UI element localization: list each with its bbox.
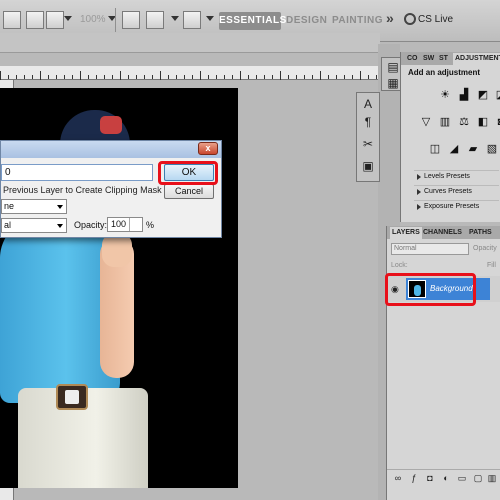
workspace-essentials[interactable]: ESSENTIALS bbox=[219, 12, 286, 30]
tab-styles[interactable]: ST bbox=[437, 53, 450, 65]
chevron-down-icon[interactable] bbox=[64, 16, 72, 21]
expand-arrow-icon bbox=[417, 189, 421, 195]
workspace-design[interactable]: DESIGN bbox=[286, 12, 327, 30]
color-select[interactable]: ne bbox=[1, 199, 67, 214]
new-layer-dialog: x 0 Previous Layer to Create Clipping Ma… bbox=[0, 140, 222, 238]
opacity-stepper[interactable] bbox=[129, 218, 141, 231]
curves-icon[interactable]: ◩ bbox=[476, 89, 490, 102]
more-workspaces-button[interactable]: » bbox=[386, 10, 394, 26]
paragraph-icon[interactable]: ¶ bbox=[361, 115, 375, 129]
adjustments-title: Add an adjustment bbox=[408, 68, 481, 77]
vibrance-icon[interactable]: ▽ bbox=[419, 116, 433, 129]
cs-live-button[interactable]: CS Live bbox=[418, 14, 453, 25]
brush-icon[interactable]: ▣ bbox=[361, 159, 375, 173]
zoom-level[interactable]: 100% bbox=[80, 14, 106, 25]
ok-highlight-annotation bbox=[158, 161, 218, 185]
layer-name-field[interactable]: 0 bbox=[1, 164, 153, 181]
expand-arrow-icon bbox=[417, 204, 421, 210]
character-icon[interactable]: A bbox=[361, 97, 375, 111]
arrange-documents-icon[interactable] bbox=[146, 11, 164, 29]
options-bar bbox=[0, 33, 380, 53]
layers-tabs: LAYERS CHANNELS PATHS bbox=[387, 226, 500, 239]
cancel-button[interactable]: Cancel bbox=[164, 184, 214, 199]
preset-exposure[interactable]: Exposure Presets bbox=[414, 200, 499, 212]
tab-channels[interactable]: CHANNELS bbox=[423, 227, 462, 239]
workspace-painting[interactable]: PAINTING bbox=[332, 12, 383, 30]
history-icon[interactable]: ▤ bbox=[386, 60, 400, 74]
gradient-map-icon[interactable]: ▧ bbox=[485, 143, 499, 156]
chevron-down-icon bbox=[57, 224, 63, 228]
expand-arrow-icon bbox=[417, 174, 421, 180]
mini-bridge-icon[interactable] bbox=[26, 11, 44, 29]
fill-label: Fill bbox=[487, 262, 496, 269]
black-white-icon[interactable]: ◧ bbox=[476, 116, 490, 129]
dialog-titlebar[interactable]: x bbox=[1, 141, 221, 158]
layer-opacity-label: Opacity bbox=[473, 245, 497, 252]
tool-presets-icon[interactable]: ✂ bbox=[361, 137, 375, 151]
opacity-label: Opacity: bbox=[74, 220, 108, 230]
link-layers-icon[interactable]: ∞ bbox=[393, 473, 403, 483]
photo-cap-logo bbox=[100, 116, 122, 134]
tab-color[interactable]: CO bbox=[405, 53, 420, 65]
mode-select[interactable]: al bbox=[1, 218, 67, 233]
adjustments-panel: CO SW ST ADJUSTMENTS Add an adjustment ☀… bbox=[400, 52, 500, 222]
layer-highlight-annotation bbox=[385, 273, 476, 306]
fx-icon[interactable]: ƒ bbox=[409, 473, 419, 483]
trash-icon[interactable]: ▥ bbox=[487, 473, 497, 483]
photo-watch bbox=[56, 384, 88, 410]
hue-saturation-icon[interactable]: ▥ bbox=[438, 116, 452, 129]
clipping-mask-label[interactable]: Previous Layer to Create Clipping Mask bbox=[3, 185, 162, 195]
layers-panel: LAYERS CHANNELS PATHS Normal Opacity Loc… bbox=[386, 226, 500, 500]
new-layer-icon[interactable]: ▢ bbox=[473, 473, 483, 483]
tab-layers[interactable]: LAYERS bbox=[390, 227, 422, 239]
bridge-icon[interactable] bbox=[3, 11, 21, 29]
invert-icon[interactable]: ◫ bbox=[428, 143, 442, 156]
levels-icon[interactable]: ▟ bbox=[457, 89, 471, 102]
hand-tool-icon[interactable] bbox=[122, 11, 140, 29]
layer-mask-icon[interactable]: ◘ bbox=[425, 473, 435, 483]
preset-levels[interactable]: Levels Presets bbox=[414, 170, 499, 182]
new-group-icon[interactable]: ▭ bbox=[457, 473, 467, 483]
tab-swatches[interactable]: SW bbox=[421, 53, 436, 65]
collapsed-panel-tools: A ¶ ✂ ▣ bbox=[356, 92, 380, 182]
layers-footer: ∞ ƒ ◘ ◐ ▭ ▢ ▥ bbox=[387, 469, 500, 485]
screen-mode-icon[interactable] bbox=[183, 11, 201, 29]
posterize-icon[interactable]: ◢ bbox=[447, 143, 461, 156]
adjustment-layer-icon[interactable]: ◐ bbox=[441, 473, 451, 483]
brightness-icon[interactable]: ☀ bbox=[438, 89, 452, 102]
lock-label: Lock: bbox=[391, 262, 408, 269]
chevron-down-icon bbox=[57, 205, 63, 209]
opacity-unit: % bbox=[146, 220, 155, 230]
adjustments-tabs: CO SW ST ADJUSTMENTS bbox=[401, 52, 500, 65]
cs-live-icon[interactable] bbox=[404, 13, 416, 25]
photo-hand bbox=[102, 233, 132, 267]
tab-adjustments[interactable]: ADJUSTMENTS bbox=[453, 53, 500, 65]
preset-curves[interactable]: Curves Presets bbox=[414, 185, 499, 197]
separator bbox=[115, 8, 116, 32]
threshold-icon[interactable]: ▰ bbox=[466, 143, 480, 156]
tab-paths[interactable]: PATHS bbox=[469, 227, 492, 239]
photo-filter-icon[interactable]: ◙ bbox=[494, 116, 500, 129]
horizontal-ruler bbox=[0, 66, 380, 80]
blend-mode-select[interactable]: Normal bbox=[391, 243, 469, 255]
close-icon[interactable]: x bbox=[198, 142, 218, 155]
view-extras-icon[interactable] bbox=[46, 11, 64, 29]
chevron-down-icon[interactable] bbox=[206, 16, 214, 21]
exposure-icon[interactable]: ◪ bbox=[494, 89, 500, 102]
chevron-down-icon[interactable] bbox=[171, 16, 179, 21]
swatches-icon[interactable]: ▦ bbox=[386, 76, 400, 90]
collapsed-panel-history: ▤ ▦ bbox=[381, 57, 401, 91]
color-balance-icon[interactable]: ⚖ bbox=[457, 116, 471, 129]
